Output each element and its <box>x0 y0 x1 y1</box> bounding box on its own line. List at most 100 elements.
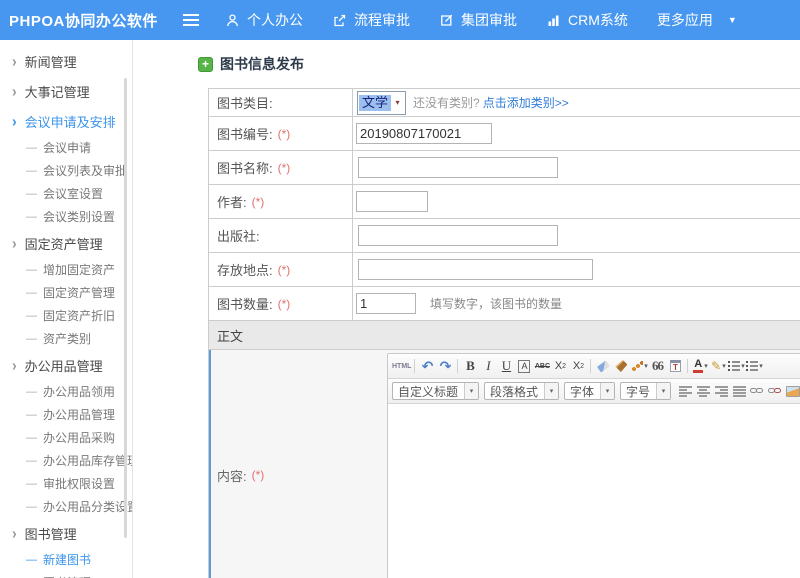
font-color-button[interactable]: A ▾ <box>691 357 709 375</box>
sidebar-sub-item[interactable]: — 新建图书 <box>0 548 132 571</box>
nav-label: 集团审批 <box>461 10 517 30</box>
sidebar-item-label: 固定资产管理 <box>43 284 115 301</box>
editor-toolbar-row1: HTML ↶ ↷ B I U A ABC X2 X2 <box>388 354 800 379</box>
italic-button[interactable]: I <box>479 357 497 375</box>
nav-personal-office[interactable]: 个人办公 <box>225 10 303 30</box>
sidebar-group-item[interactable]: ›固定资产管理 <box>0 228 132 258</box>
sidebar-group-item[interactable]: ›新闻管理 <box>0 46 132 76</box>
sidebar-item-label: 新建图书 <box>43 551 91 568</box>
dash-icon: — <box>26 554 37 566</box>
sidebar-sub-item[interactable]: —固定资产折旧 <box>0 304 132 327</box>
dash-icon: — <box>26 478 37 490</box>
subscript-button[interactable]: X2 <box>569 357 587 375</box>
sidebar-sub-item[interactable]: —办公用品管理 <box>0 403 132 426</box>
quantity-input[interactable] <box>356 293 416 314</box>
sidebar-sub-item[interactable]: — 办公用品分类设置 <box>0 495 132 518</box>
nav-crm-system[interactable]: CRM系统 <box>546 10 628 30</box>
dash-icon: — <box>26 310 37 322</box>
superscript-button[interactable]: X2 <box>551 357 569 375</box>
sidebar-sub-item[interactable]: — 审批权限设置 <box>0 472 132 495</box>
top-navigation-bar: PHPOA协同办公软件 个人办公 流程审批 集团审批 CRM系统 <box>0 0 800 40</box>
book-name-label: 图书名称: <box>217 158 273 177</box>
custom-title-select[interactable]: 自定义标题 ▾ <box>392 382 479 400</box>
sidebar-sub-item[interactable]: —会议列表及审批 <box>0 159 132 182</box>
align-center-button[interactable] <box>694 382 712 400</box>
sidebar-group-item[interactable]: ›图书管理 <box>0 518 132 548</box>
align-left-button[interactable] <box>676 382 694 400</box>
plus-icon: + <box>198 57 213 72</box>
blockquote-button[interactable]: 66 <box>648 357 666 375</box>
book-no-input[interactable] <box>356 123 492 144</box>
unlink-icon <box>768 387 782 396</box>
sidebar-group-item[interactable]: ›会议申请及安排 <box>0 106 132 136</box>
sidebar-sub-item[interactable]: —资产类别 <box>0 327 132 350</box>
sidebar-item-label: 办公用品分类设置 <box>43 498 133 515</box>
html-source-button[interactable]: HTML <box>392 357 411 375</box>
sidebar-group-item[interactable]: ›办公用品管理 <box>0 350 132 380</box>
dash-icon: — <box>26 165 37 177</box>
category-select[interactable]: 文学 ▾ <box>357 91 406 115</box>
rich-text-editor: HTML ↶ ↷ B I U A ABC X2 X2 <box>387 353 800 578</box>
sidebar-sub-item[interactable]: —办公用品领用 <box>0 380 132 403</box>
required-mark: (*) <box>252 195 265 209</box>
paste-text-button[interactable]: T <box>666 357 684 375</box>
nav-group-approval[interactable]: 集团审批 <box>439 10 517 30</box>
sidebar-sub-item[interactable]: —图书管理 <box>0 571 132 578</box>
sidebar-scrollbar[interactable] <box>124 78 127 538</box>
sidebar-sub-item[interactable]: —办公用品库存管理 <box>0 449 132 472</box>
dash-icon: — <box>26 501 37 513</box>
sidebar-sub-item[interactable]: —会议申请 <box>0 136 132 159</box>
add-category-link[interactable]: 点击添加类别>> <box>483 94 569 111</box>
book-name-input[interactable] <box>358 157 558 178</box>
format-painter-button[interactable]: ▾ <box>630 357 648 375</box>
insert-image-button[interactable] <box>784 382 800 400</box>
required-mark: (*) <box>252 468 265 482</box>
font-border-button[interactable]: A <box>518 360 530 373</box>
unlink-button[interactable] <box>766 382 784 400</box>
sidebar-group-item[interactable]: ›大事记管理 <box>0 76 132 106</box>
justify-button[interactable] <box>730 382 748 400</box>
nav-process-approval[interactable]: 流程审批 <box>332 10 410 30</box>
dash-icon: — <box>26 333 37 345</box>
highlight-pen-button[interactable]: ✎▾ <box>709 357 727 375</box>
publisher-label: 出版社: <box>217 226 260 245</box>
ordered-list-button[interactable]: ▾ <box>727 357 745 375</box>
font-size-select[interactable]: 字号 ▾ <box>620 382 671 400</box>
strikethrough-button[interactable]: ABC <box>533 357 551 375</box>
nav-more-apps[interactable]: 更多应用 <box>657 10 713 30</box>
font-family-select[interactable]: 字体 ▾ <box>564 382 615 400</box>
hamburger-menu-icon[interactable] <box>183 14 199 26</box>
underline-button[interactable]: U <box>497 357 515 375</box>
format-clear-button[interactable] <box>612 357 630 375</box>
unordered-list-button[interactable]: ▾ <box>745 357 763 375</box>
undo-button[interactable]: ↶ <box>418 357 436 375</box>
sidebar-item-label: 会议室设置 <box>43 185 103 202</box>
caret-down-icon[interactable]: ▼ <box>728 15 737 25</box>
sidebar-sub-item[interactable]: —会议类别设置 <box>0 205 132 228</box>
chevron-right-icon: › <box>12 356 17 374</box>
bold-button[interactable]: B <box>461 357 479 375</box>
required-mark: (*) <box>278 127 291 141</box>
form-row-location: 存放地点: (*) <box>209 253 800 287</box>
sidebar-sub-item[interactable]: —办公用品采购 <box>0 426 132 449</box>
sidebar-item-label: 新闻管理 <box>25 52 77 71</box>
nav-label: 更多应用 <box>657 10 713 30</box>
sidebar-item-label: 审批权限设置 <box>43 475 115 492</box>
chevron-right-icon: › <box>12 82 17 100</box>
eraser-button[interactable] <box>594 357 612 375</box>
sidebar-item-label: 固定资产管理 <box>25 234 103 253</box>
author-input[interactable] <box>356 191 428 212</box>
link-button[interactable] <box>748 382 766 400</box>
format-painter-icon <box>631 360 643 372</box>
location-input[interactable] <box>358 259 593 280</box>
align-center-icon <box>697 386 710 397</box>
align-right-button[interactable] <box>712 382 730 400</box>
editor-content-area[interactable] <box>388 404 800 578</box>
publisher-input[interactable] <box>358 225 558 246</box>
sidebar-sub-item[interactable]: —固定资产管理 <box>0 281 132 304</box>
redo-button[interactable]: ↷ <box>436 357 454 375</box>
sidebar-item-label: 图书管理 <box>43 574 91 578</box>
sidebar-sub-item[interactable]: —增加固定资产 <box>0 258 132 281</box>
paragraph-format-select[interactable]: 段落格式 ▾ <box>484 382 559 400</box>
sidebar-sub-item[interactable]: —会议室设置 <box>0 182 132 205</box>
